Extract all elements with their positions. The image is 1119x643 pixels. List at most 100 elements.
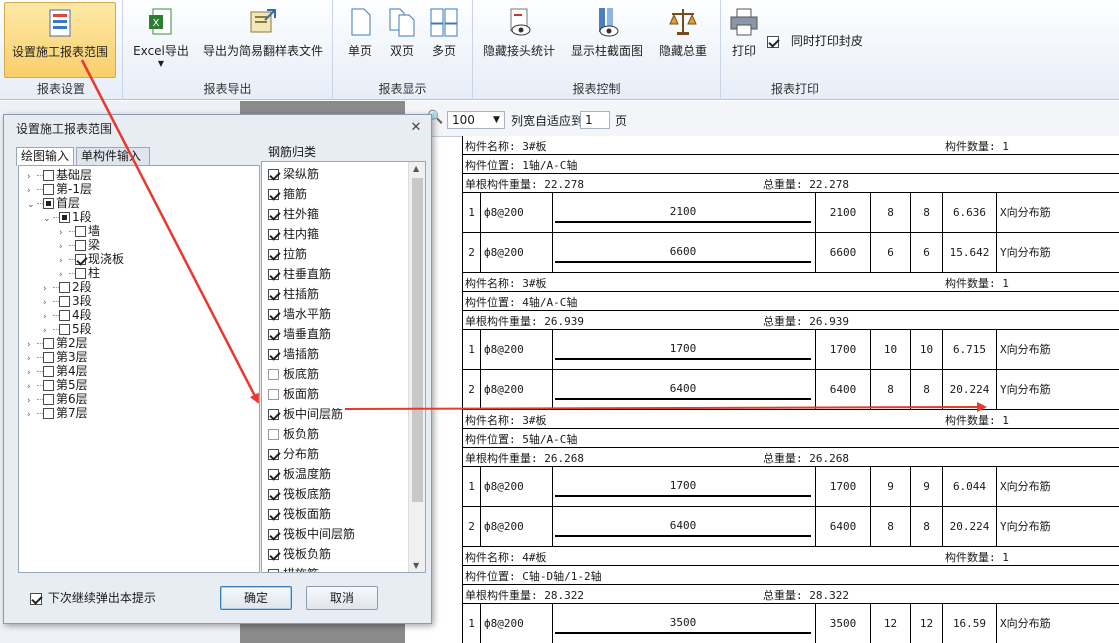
tree-node-checkbox[interactable]: [59, 212, 70, 223]
category-item[interactable]: 筏板面筋: [268, 504, 331, 524]
tab-drawing-input[interactable]: 绘图输入: [16, 147, 74, 166]
print-button[interactable]: 打印: [727, 2, 761, 78]
print-cover-checkbox[interactable]: [767, 35, 779, 48]
category-item[interactable]: 筏板负筋: [268, 544, 331, 564]
category-checkbox[interactable]: [268, 469, 279, 480]
category-item[interactable]: 箍筋: [268, 184, 307, 204]
category-checkbox[interactable]: [268, 269, 279, 280]
ok-button[interactable]: 确定: [220, 586, 292, 610]
category-checkbox[interactable]: [268, 369, 279, 380]
set-report-range-button[interactable]: 设置施工报表范围: [4, 2, 116, 78]
category-item[interactable]: 措施筋: [268, 564, 319, 572]
collapse-icon[interactable]: ⌄: [43, 212, 53, 226]
hide-joint-stats-button[interactable]: 隐藏接头统计: [479, 2, 559, 78]
tab-single-component-input[interactable]: 单构件输入: [76, 147, 150, 165]
category-checkbox[interactable]: [268, 229, 279, 240]
export-simple-file-button[interactable]: 导出为简易翻样表文件: [199, 2, 327, 78]
tree-node[interactable]: › 4段: [43, 308, 92, 322]
category-item[interactable]: 柱垂直筋: [268, 264, 331, 284]
category-item[interactable]: 筏板底筋: [268, 484, 331, 504]
tree-node-checkbox[interactable]: [75, 268, 86, 279]
category-item[interactable]: 板负筋: [268, 424, 319, 444]
category-checkbox[interactable]: [268, 569, 279, 572]
cancel-button[interactable]: 取消: [306, 586, 378, 610]
tree-node[interactable]: › 墙: [59, 224, 100, 238]
category-checkbox[interactable]: [268, 169, 279, 180]
tree-node[interactable]: › 第3层: [27, 350, 88, 364]
category-item[interactable]: 墙插筋: [268, 344, 319, 364]
scrollbar-thumb[interactable]: [412, 178, 423, 502]
show-again-option[interactable]: 下次继续弹出本提示: [30, 589, 156, 606]
tree-node-checkbox[interactable]: [43, 380, 54, 391]
category-checkbox[interactable]: [268, 349, 279, 360]
category-checkbox[interactable]: [268, 529, 279, 540]
excel-export-button[interactable]: X Excel导出 ▼: [131, 2, 191, 78]
show-column-section-button[interactable]: 显示柱截面图: [567, 2, 647, 78]
expand-icon[interactable]: ›: [27, 408, 37, 422]
tree-node-checkbox[interactable]: [75, 226, 86, 237]
tree-node[interactable]: › 5段: [43, 322, 92, 336]
category-item[interactable]: 板面筋: [268, 384, 319, 404]
tree-node-checkbox[interactable]: [43, 198, 54, 209]
tree-node[interactable]: › 现浇板: [59, 252, 124, 266]
single-page-button[interactable]: 单页: [343, 2, 377, 78]
category-item[interactable]: 分布筋: [268, 444, 319, 464]
category-checkbox[interactable]: [268, 189, 279, 200]
category-checkbox[interactable]: [268, 389, 279, 400]
close-icon[interactable]: ✕: [409, 121, 423, 135]
tree-node-checkbox[interactable]: [43, 408, 54, 419]
tree-node[interactable]: › 第7层: [27, 406, 88, 420]
tree-node-checkbox[interactable]: [59, 310, 70, 321]
tree-node[interactable]: › 梁: [59, 238, 100, 252]
fit-pages-input[interactable]: 1: [580, 111, 610, 129]
category-checkbox[interactable]: [268, 549, 279, 560]
tree-node-checkbox[interactable]: [59, 324, 70, 335]
tree-node[interactable]: › 柱: [59, 266, 100, 280]
category-item[interactable]: 拉筋: [268, 244, 307, 264]
category-checkbox[interactable]: [268, 449, 279, 460]
tree-node[interactable]: › 第4层: [27, 364, 88, 378]
category-item[interactable]: 柱插筋: [268, 284, 319, 304]
tree-node[interactable]: › 第-1层: [27, 182, 92, 196]
category-item[interactable]: 板温度筋: [268, 464, 331, 484]
category-item[interactable]: 筏板中间层筋: [268, 524, 355, 544]
tree-node[interactable]: › 第6层: [27, 392, 88, 406]
tree-node-checkbox[interactable]: [43, 184, 54, 195]
category-checkbox[interactable]: [268, 309, 279, 320]
tree-node-checkbox[interactable]: [75, 254, 86, 265]
category-checkbox[interactable]: [268, 289, 279, 300]
tree-node[interactable]: ⌄ 1段: [43, 210, 92, 224]
tree-node[interactable]: › 基础层: [27, 168, 92, 182]
category-checkbox[interactable]: [268, 249, 279, 260]
tree-node-checkbox[interactable]: [43, 170, 54, 181]
tree-node[interactable]: › 2段: [43, 280, 92, 294]
scroll-up-icon[interactable]: ▲: [413, 164, 419, 173]
category-checkbox[interactable]: [268, 429, 279, 440]
category-item[interactable]: 墙垂直筋: [268, 324, 331, 344]
tree-node[interactable]: ⌄ 首层: [27, 196, 80, 210]
tree-node[interactable]: › 第5层: [27, 378, 88, 392]
print-cover-option[interactable]: 同时打印封皮: [767, 32, 863, 49]
tree-node-checkbox[interactable]: [43, 366, 54, 377]
collapse-icon[interactable]: ⌄: [27, 198, 37, 212]
category-checkbox[interactable]: [268, 509, 279, 520]
scroll-down-icon[interactable]: ▼: [413, 561, 419, 570]
tree-node[interactable]: › 3段: [43, 294, 92, 308]
category-item[interactable]: 墙水平筋: [268, 304, 331, 324]
category-item[interactable]: 柱内箍: [268, 224, 319, 244]
tree-node-checkbox[interactable]: [75, 240, 86, 251]
hide-total-weight-button[interactable]: 隐藏总重: [653, 2, 713, 78]
category-item[interactable]: 柱外箍: [268, 204, 319, 224]
category-checkbox[interactable]: [268, 329, 279, 340]
zoom-chevron-down-icon[interactable]: ▼: [493, 111, 500, 129]
tree-node-checkbox[interactable]: [43, 352, 54, 363]
category-checkbox[interactable]: [268, 209, 279, 220]
tree-node-checkbox[interactable]: [59, 296, 70, 307]
category-checkbox[interactable]: [268, 409, 279, 420]
category-item[interactable]: 梁纵筋: [268, 164, 319, 184]
multi-page-button[interactable]: 多页: [427, 2, 461, 78]
tree-node-checkbox[interactable]: [43, 394, 54, 405]
tree-node-checkbox[interactable]: [43, 338, 54, 349]
show-again-checkbox[interactable]: [30, 592, 42, 605]
category-item[interactable]: 板中间层筋: [268, 404, 343, 424]
